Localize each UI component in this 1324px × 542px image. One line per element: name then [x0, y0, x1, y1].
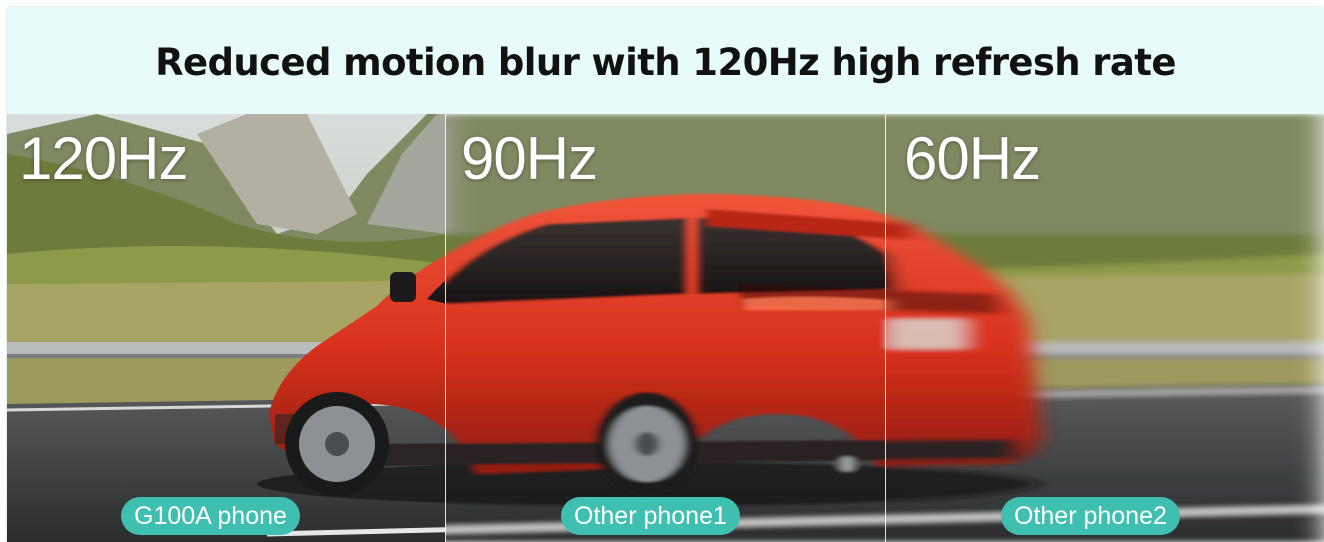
device-badge-other-phone2: Other phone2: [1001, 497, 1180, 535]
panel-divider-2: [885, 114, 886, 542]
rate-label-120hz: 120Hz: [19, 125, 188, 192]
device-badge-other-phone1: Other phone1: [561, 497, 740, 535]
banner-header: Reduced motion blur with 120Hz high refr…: [7, 7, 1324, 114]
rate-label-90hz: 90Hz: [461, 125, 598, 192]
comparison-scene: 120Hz 90Hz 60Hz G100A phone Other phone1…: [7, 114, 1324, 542]
banner-title: Reduced motion blur with 120Hz high refr…: [155, 41, 1176, 84]
rate-label-60hz: 60Hz: [904, 125, 1041, 192]
panel-divider-1: [445, 114, 446, 542]
car-scene-image: [7, 114, 1324, 542]
refresh-rate-banner: Reduced motion blur with 120Hz high refr…: [7, 7, 1324, 542]
device-badge-g100a: G100A phone: [121, 497, 300, 535]
